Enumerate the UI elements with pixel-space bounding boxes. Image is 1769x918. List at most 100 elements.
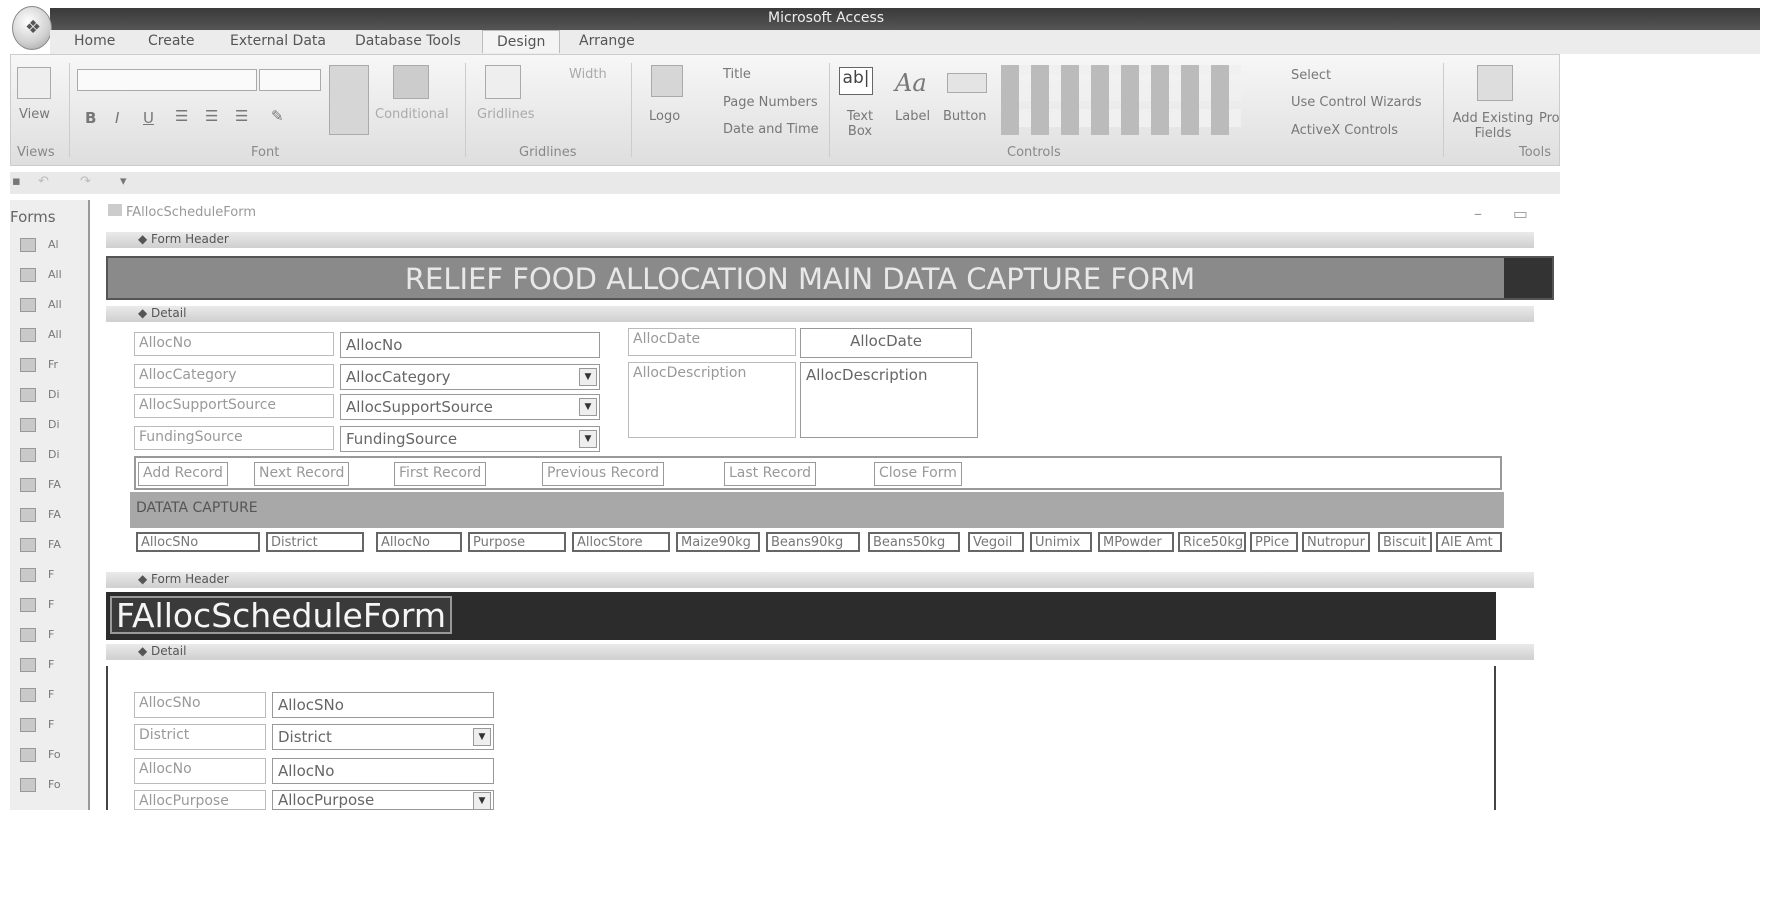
document-tab[interactable]: FAllocScheduleForm <box>108 204 256 220</box>
nav-item[interactable]: Di <box>20 418 60 432</box>
first-record-button[interactable]: First Record <box>394 462 487 486</box>
chevron-down-icon[interactable]: ▼ <box>579 368 597 386</box>
logo-button[interactable]: Logo <box>649 109 680 124</box>
nav-item[interactable]: FA <box>20 538 61 552</box>
nav-item[interactable]: All <box>20 328 62 342</box>
nav-header[interactable]: Forms <box>10 208 56 226</box>
form-header-section[interactable]: ◆ Form Header <box>106 232 1534 248</box>
data-capture-header[interactable]: DATATA CAPTURE <box>130 492 1504 528</box>
nav-item[interactable]: Al <box>20 238 59 252</box>
funding-source-combo[interactable]: FundingSource ▼ <box>340 426 600 452</box>
conditional-button[interactable]: Conditional <box>375 107 449 122</box>
conditional-icon[interactable] <box>393 65 429 99</box>
button-icon[interactable] <box>947 73 987 93</box>
alloc-purpose-combo[interactable]: AllocPurpose ▼ <box>272 790 494 810</box>
subform-detail-section[interactable]: ◆ Detail <box>106 644 1534 660</box>
tab-arrange[interactable]: Arrange <box>579 33 635 49</box>
tab-external-data[interactable]: External Data <box>230 33 326 49</box>
column-header[interactable]: AllocSNo <box>136 532 260 552</box>
tab-design[interactable]: Design <box>482 30 561 53</box>
alloc-date-field[interactable]: AllocDate <box>800 328 972 358</box>
alloc-no-label[interactable]: AllocNo <box>134 332 334 356</box>
alloc-category-label[interactable]: AllocCategory <box>134 364 334 388</box>
align-right-icon[interactable]: ☰ <box>235 107 248 125</box>
nav-item[interactable]: F <box>20 688 54 702</box>
close-form-button[interactable]: Close Form <box>874 462 962 486</box>
nav-item[interactable]: F <box>20 568 54 582</box>
minimize-icon[interactable]: – <box>1474 204 1482 223</box>
form-title-banner[interactable]: RELIEF FOOD ALLOCATION MAIN DATA CAPTURE… <box>106 256 1554 300</box>
chevron-down-icon[interactable]: ▼ <box>579 398 597 416</box>
column-header[interactable]: PPice <box>1250 532 1298 552</box>
next-record-button[interactable]: Next Record <box>254 462 350 486</box>
column-header[interactable]: AllocNo <box>376 532 462 552</box>
font-color-icon[interactable] <box>329 65 369 135</box>
gridlines-icon[interactable] <box>485 65 521 99</box>
detail-section[interactable]: ◆ Detail <box>106 306 1534 322</box>
text-box-button[interactable]: Text Box <box>841 109 879 139</box>
nav-item[interactable]: FA <box>20 508 61 522</box>
nav-item[interactable]: Fo <box>20 748 61 762</box>
previous-record-button[interactable]: Previous Record <box>542 462 664 486</box>
save-icon[interactable]: ▪ <box>12 174 21 189</box>
district-label[interactable]: District <box>134 724 266 750</box>
district-combo[interactable]: District ▼ <box>272 724 494 750</box>
nav-item[interactable]: Fr <box>20 358 58 372</box>
gridlines-button[interactable]: Gridlines <box>477 107 535 122</box>
alloc-purpose-label[interactable]: AllocPurpose <box>134 790 266 810</box>
subform-title-banner[interactable]: FAllocScheduleForm <box>106 592 1496 640</box>
column-header[interactable]: MPowder <box>1098 532 1174 552</box>
button-button[interactable]: Button <box>943 109 987 124</box>
chevron-down-icon[interactable]: ▼ <box>579 430 597 448</box>
property-sheet-button[interactable]: Pro <box>1539 111 1560 126</box>
underline-icon[interactable]: U <box>143 109 154 127</box>
label-button[interactable]: Label <box>895 109 930 124</box>
nav-item[interactable]: Di <box>20 388 60 402</box>
column-header[interactable]: Purpose <box>468 532 566 552</box>
column-header[interactable]: Nutropur <box>1302 532 1370 552</box>
undo-icon[interactable]: ↶ <box>38 174 49 189</box>
activex-button[interactable]: ActiveX Controls <box>1291 123 1398 138</box>
funding-source-label[interactable]: FundingSource <box>134 426 334 450</box>
width-button[interactable]: Width <box>569 67 607 82</box>
page-numbers-button[interactable]: Page Numbers <box>723 95 818 110</box>
column-header[interactable]: Unimix <box>1030 532 1092 552</box>
add-existing-fields-button[interactable]: Add Existing Fields <box>1451 111 1535 141</box>
title-button[interactable]: Title <box>723 67 751 82</box>
view-button[interactable]: View <box>19 107 50 122</box>
nav-item[interactable]: F <box>20 598 54 612</box>
office-button[interactable]: ❖ <box>12 6 52 50</box>
italic-icon[interactable]: I <box>115 109 119 127</box>
column-header[interactable]: Beans90kg <box>766 532 860 552</box>
tab-database-tools[interactable]: Database Tools <box>355 33 461 49</box>
last-record-button[interactable]: Last Record <box>724 462 816 486</box>
nav-item[interactable]: F <box>20 658 54 672</box>
alloc-date-label[interactable]: AllocDate <box>628 328 796 356</box>
column-header[interactable]: Biscuit <box>1378 532 1432 552</box>
text-box-icon[interactable]: ab| <box>839 67 873 95</box>
date-time-button[interactable]: Date and Time <box>723 122 819 137</box>
redo-icon[interactable]: ↷ <box>80 174 91 189</box>
alloc-no-label[interactable]: AllocNo <box>134 758 266 784</box>
column-header[interactable]: District <box>266 532 364 552</box>
customize-qat-icon[interactable]: ▾ <box>120 174 127 189</box>
nav-item[interactable]: F <box>20 628 54 642</box>
nav-item[interactable]: All <box>20 298 62 312</box>
nav-item[interactable]: Di <box>20 448 60 462</box>
logo-icon[interactable] <box>651 65 683 97</box>
nav-item[interactable]: F <box>20 718 54 732</box>
select-button[interactable]: Select <box>1291 68 1331 83</box>
align-left-icon[interactable]: ☰ <box>175 107 188 125</box>
column-header[interactable]: Maize90kg <box>676 532 760 552</box>
alloc-sno-field[interactable]: AllocSNo <box>272 692 494 718</box>
column-header[interactable]: AllocStore <box>572 532 670 552</box>
alloc-support-source-combo[interactable]: AllocSupportSource ▼ <box>340 394 600 420</box>
align-center-icon[interactable]: ☰ <box>205 107 218 125</box>
alloc-no-field[interactable]: AllocNo <box>340 332 600 358</box>
nav-item[interactable]: FA <box>20 478 61 492</box>
column-header[interactable]: AIE Amt <box>1436 532 1502 552</box>
restore-icon[interactable]: ▭ <box>1513 204 1528 223</box>
font-name-combo[interactable] <box>77 69 257 91</box>
add-fields-icon[interactable] <box>1477 65 1513 101</box>
chevron-down-icon[interactable]: ▼ <box>473 792 491 810</box>
